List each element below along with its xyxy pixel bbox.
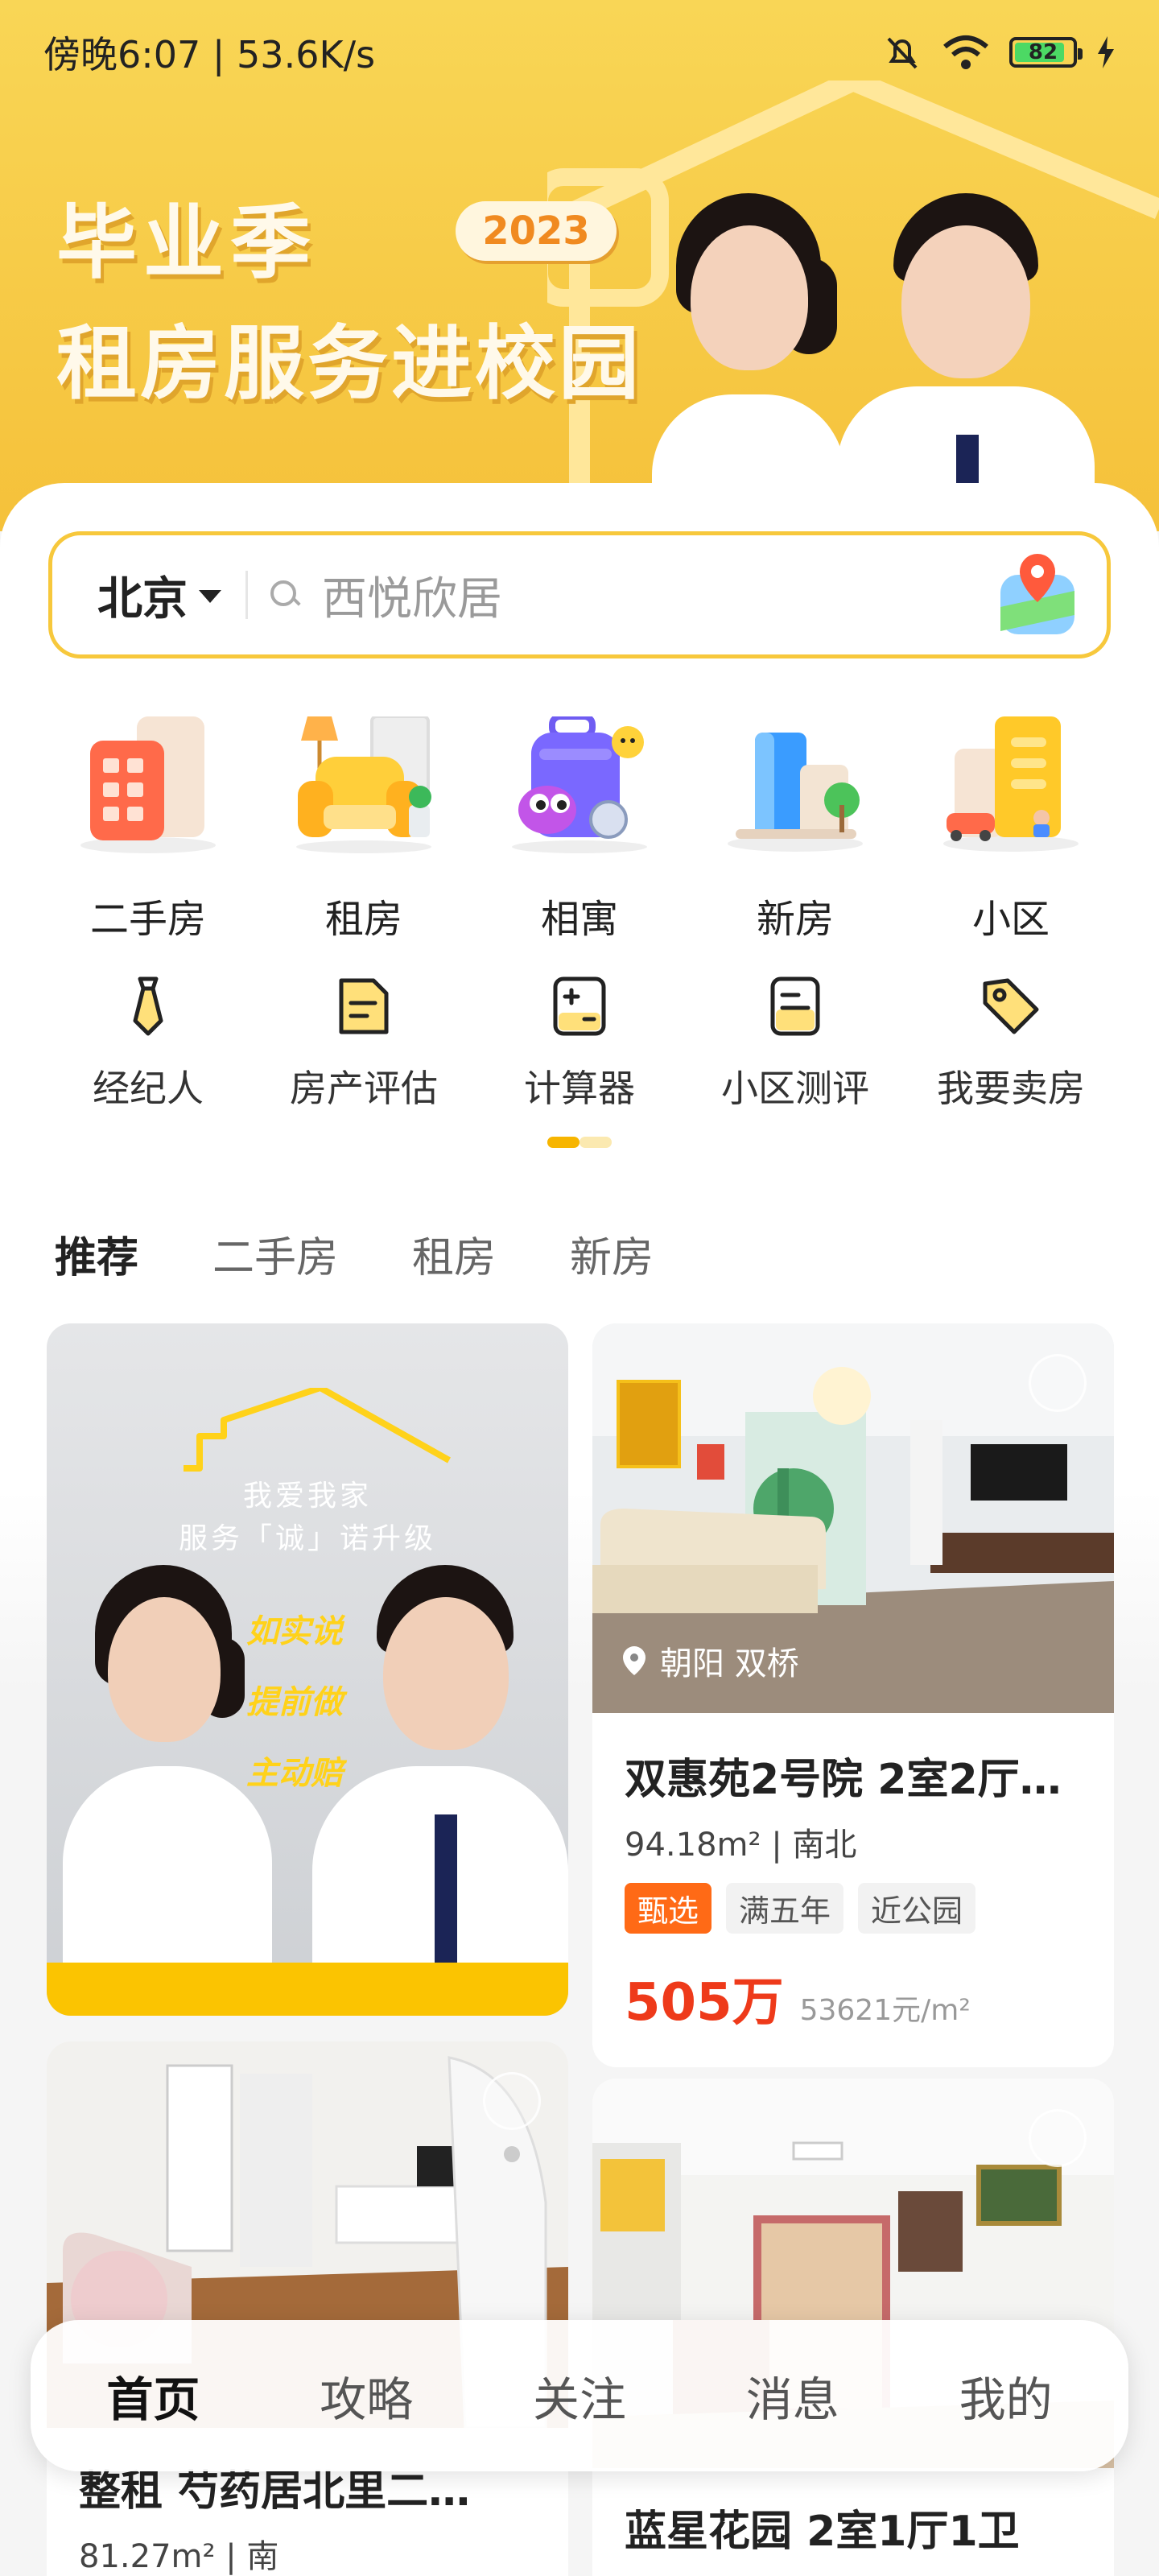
tool-label: 计算器 xyxy=(524,1067,635,1110)
listing-title: 蓝星花园 2室1厅1卫 xyxy=(625,2508,1020,2556)
nav-follow[interactable]: 关注 xyxy=(533,2362,626,2429)
bottom-nav: 首页 攻略 关注 消息 我的 xyxy=(31,2320,1128,2471)
feed-tabs: 推荐 二手房 租房 新房 xyxy=(46,1217,654,1284)
document-icon xyxy=(339,978,389,1034)
tag: 满五年 xyxy=(726,1883,844,1934)
search-divider xyxy=(245,571,248,619)
city-label: 北京 xyxy=(97,572,188,625)
feed-tab-new[interactable]: 新房 xyxy=(570,1224,654,1284)
tool-calculator[interactable]: 计算器 xyxy=(472,974,687,1113)
banner-agent-woman xyxy=(652,193,845,531)
listing-card[interactable]: 朝阳 双桥 双惠苑2号院 2室2厅… 94.18m² | 南北 甄选 满五年 近… xyxy=(592,1323,1114,2067)
category-secondhand[interactable]: 二手房 xyxy=(40,716,256,943)
feed-tab-rent[interactable]: 租房 xyxy=(412,1224,496,1284)
listing-tags: 甄选 满五年 近公园 xyxy=(625,1883,1082,1934)
category-grid: 二手房 租房 相寓 新房 小区 xyxy=(0,716,1159,943)
tool-label: 小区测评 xyxy=(721,1067,869,1110)
ad-brand-text: 我爱我家 xyxy=(242,1480,372,1513)
nav-guides[interactable]: 攻略 xyxy=(320,2362,413,2429)
community-icon xyxy=(943,716,1079,852)
nav-profile[interactable]: 我的 xyxy=(959,2362,1053,2429)
ad-subtitle-text: 服务「诚」诺升级 xyxy=(178,1522,436,1555)
category-xiangyu[interactable]: 相寓 xyxy=(472,716,687,943)
category-label: 租房 xyxy=(324,897,402,942)
banner-agent-man xyxy=(837,193,1095,531)
search-input[interactable]: 西悦欣居 xyxy=(322,563,996,628)
feed-tab-recommend[interactable]: 推荐 xyxy=(46,1217,138,1284)
price-tag-icon xyxy=(983,978,1039,1034)
listing-location: 朝阳 双桥 xyxy=(620,1637,799,1684)
ad-agent-man xyxy=(312,1565,568,1967)
mute-bell-icon xyxy=(887,37,918,69)
category-rent[interactable]: 租房 xyxy=(256,716,472,943)
banner-title-line1: 毕业季 xyxy=(56,196,317,290)
wifi-icon xyxy=(943,35,988,69)
vr-cube-icon[interactable] xyxy=(1029,2109,1087,2167)
calculator-icon xyxy=(553,976,606,1036)
tool-agent[interactable]: 经纪人 xyxy=(40,974,256,1113)
category-label: 二手房 xyxy=(89,897,206,942)
tool-label: 我要卖房 xyxy=(937,1067,1085,1110)
sofa-icon xyxy=(296,716,431,853)
listing-price: 505万 xyxy=(625,1973,784,2033)
suitcase-mascot-icon xyxy=(512,716,647,853)
report-icon xyxy=(770,976,820,1036)
service-ad-card[interactable]: 我爱我家 服务「诚」诺升级 如实说 提前做 主动赔 xyxy=(47,1323,568,2016)
listing-card[interactable]: 整租 芍药居北里二… 81.27m² | 南 xyxy=(47,2041,568,2576)
city-selector[interactable]: 北京 xyxy=(97,563,221,628)
tool-grid: 经纪人 房产评估 计算器 小区测评 我要卖房 xyxy=(0,974,1159,1113)
tool-label: 经纪人 xyxy=(93,1067,204,1110)
caret-down-icon xyxy=(199,590,221,603)
location-text: 朝阳 双桥 xyxy=(660,1645,799,1682)
banner-year-badge: 2023 xyxy=(456,201,617,261)
new-building-icon xyxy=(728,733,863,852)
listing-info: 双惠苑2号院 2室2厅… 94.18m² | 南北 甄选 满五年 近公园 505… xyxy=(592,1713,1114,2067)
map-search-icon[interactable] xyxy=(996,551,1079,639)
ad-agent-woman xyxy=(63,1565,272,1967)
search-bar[interactable]: 北京 西悦欣居 xyxy=(48,531,1111,658)
listing-price-row: 505万 53621元/m² xyxy=(625,1961,1082,2035)
category-label: 新房 xyxy=(756,897,834,942)
vr-cube-icon[interactable] xyxy=(483,2072,541,2130)
page-dot xyxy=(580,1137,612,1148)
category-community[interactable]: 小区 xyxy=(903,716,1119,943)
building-icon xyxy=(80,716,216,853)
ad-bottom-bar xyxy=(47,1963,568,2016)
location-pin-icon xyxy=(623,1646,645,1675)
status-bar: 傍晚6:07 | 53.6K/s 82 xyxy=(0,0,1159,105)
search-icon xyxy=(269,579,301,611)
page-dot-active xyxy=(547,1137,580,1148)
tool-sell-house[interactable]: 我要卖房 xyxy=(903,974,1119,1113)
category-new[interactable]: 新房 xyxy=(687,716,903,943)
nav-messages[interactable]: 消息 xyxy=(746,2362,839,2429)
charging-icon xyxy=(1098,36,1114,68)
tool-valuation[interactable]: 房产评估 xyxy=(256,974,472,1113)
tag-featured: 甄选 xyxy=(625,1883,712,1934)
listing-unit-price: 53621元/m² xyxy=(799,1994,971,2027)
page-indicator xyxy=(547,1137,612,1148)
category-label: 相寓 xyxy=(540,897,618,942)
banner-title-line2: 租房服务进校园 xyxy=(56,316,642,411)
feed-tab-secondhand[interactable]: 二手房 xyxy=(212,1224,338,1284)
listing-area-orientation: 81.27m² | 南 xyxy=(79,2538,279,2575)
tie-icon xyxy=(133,976,163,1036)
nav-home[interactable]: 首页 xyxy=(106,2362,200,2429)
listing-area-orientation: 94.18m² | 南北 xyxy=(625,1827,857,1864)
category-label: 小区 xyxy=(971,897,1050,942)
listing-info: 蓝星花园 2室1厅1卫 xyxy=(592,2468,1114,2576)
tag: 近公园 xyxy=(858,1883,976,1934)
vr-cube-icon[interactable] xyxy=(1029,1354,1087,1412)
battery-icon: 82 xyxy=(1009,37,1083,68)
status-time: 傍晚6:07 | 53.6K/s xyxy=(43,33,376,76)
listing-photo: 朝阳 双桥 xyxy=(592,1323,1114,1713)
tool-label: 房产评估 xyxy=(290,1067,438,1110)
tool-community-review[interactable]: 小区测评 xyxy=(687,974,903,1113)
listing-title: 双惠苑2号院 2室2厅… xyxy=(625,1756,1062,1804)
